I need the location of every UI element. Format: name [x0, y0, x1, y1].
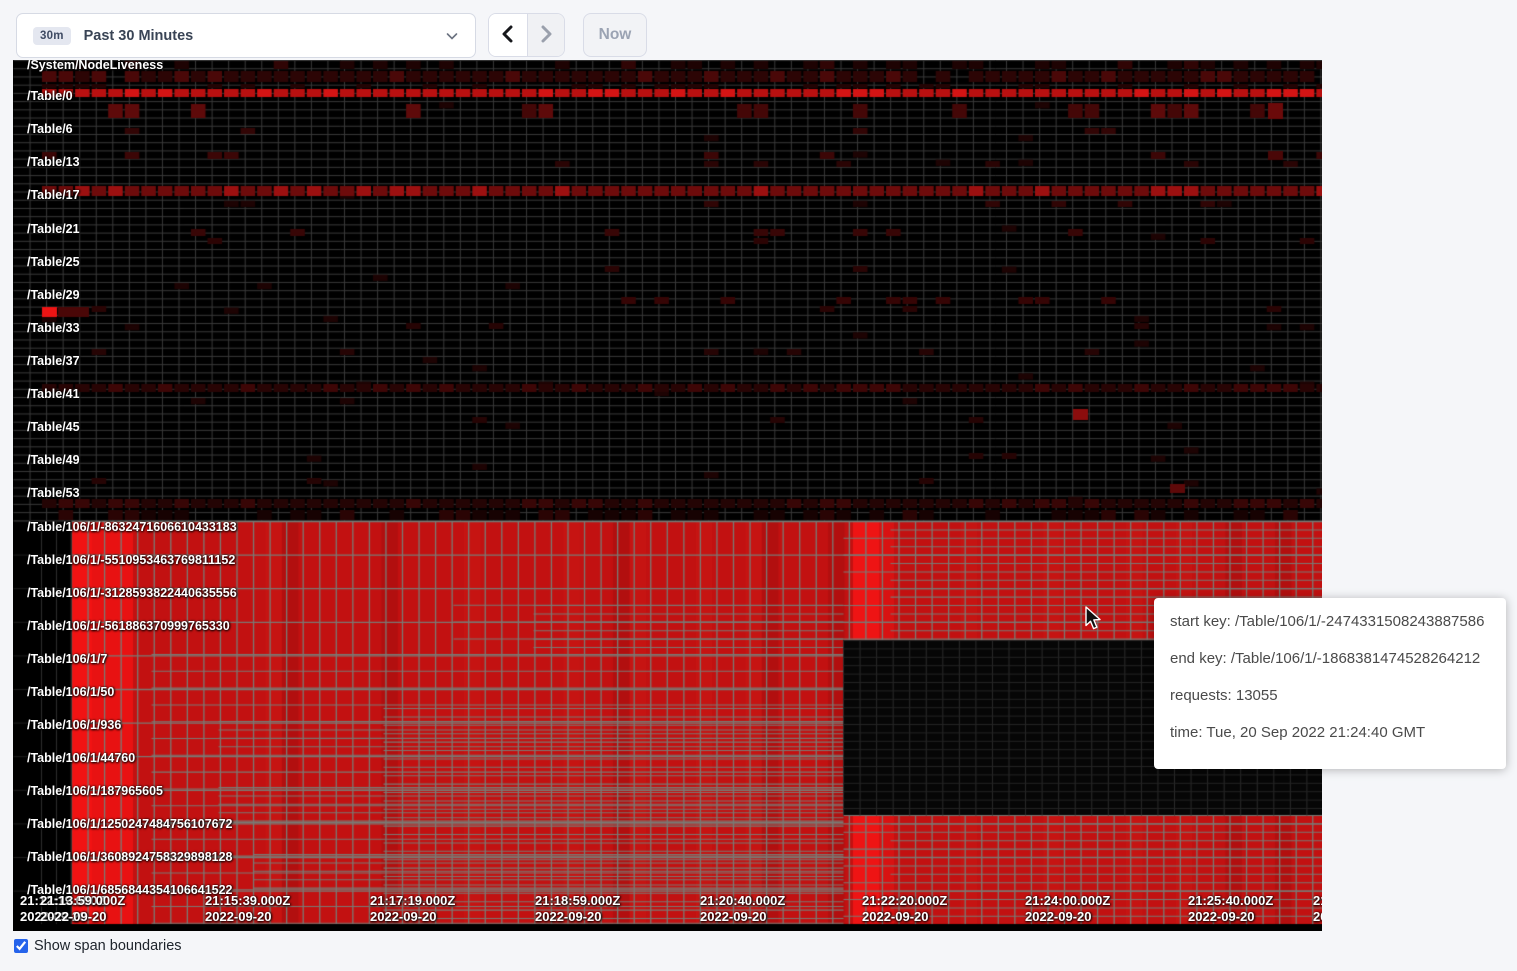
tooltip-requests: requests: 13055: [1170, 685, 1490, 706]
show-span-boundaries-row[interactable]: Show span boundaries: [14, 938, 182, 954]
chevron-right-icon: [538, 25, 554, 46]
time-nav-group: [488, 13, 565, 57]
prev-time-button[interactable]: [489, 14, 527, 56]
chevron-down-icon: [445, 29, 459, 43]
show-span-boundaries-label: Show span boundaries: [34, 938, 182, 954]
now-button[interactable]: Now: [583, 13, 647, 57]
next-time-button[interactable]: [527, 14, 565, 56]
heatmap-canvas[interactable]: [13, 60, 1322, 931]
tooltip-time: time: Tue, 20 Sep 2022 21:24:40 GMT: [1170, 722, 1490, 743]
tooltip-end-key: end key: /Table/106/1/-18683814745282642…: [1170, 648, 1490, 669]
heatmap-tooltip: start key: /Table/106/1/-247433150824388…: [1154, 598, 1506, 769]
chevron-left-icon: [500, 25, 516, 46]
time-range-select[interactable]: 30m Past 30 Minutes: [16, 13, 476, 58]
tooltip-start-key: start key: /Table/106/1/-247433150824388…: [1170, 611, 1490, 632]
show-span-boundaries-checkbox[interactable]: [14, 939, 28, 953]
time-range-label: Past 30 Minutes: [84, 28, 445, 44]
toolbar: 30m Past 30 Minutes Now: [0, 0, 1517, 60]
time-range-badge: 30m: [33, 27, 71, 45]
key-visualizer-heatmap[interactable]: /System/NodeLiveness/Table/0/Table/6/Tab…: [13, 60, 1322, 931]
